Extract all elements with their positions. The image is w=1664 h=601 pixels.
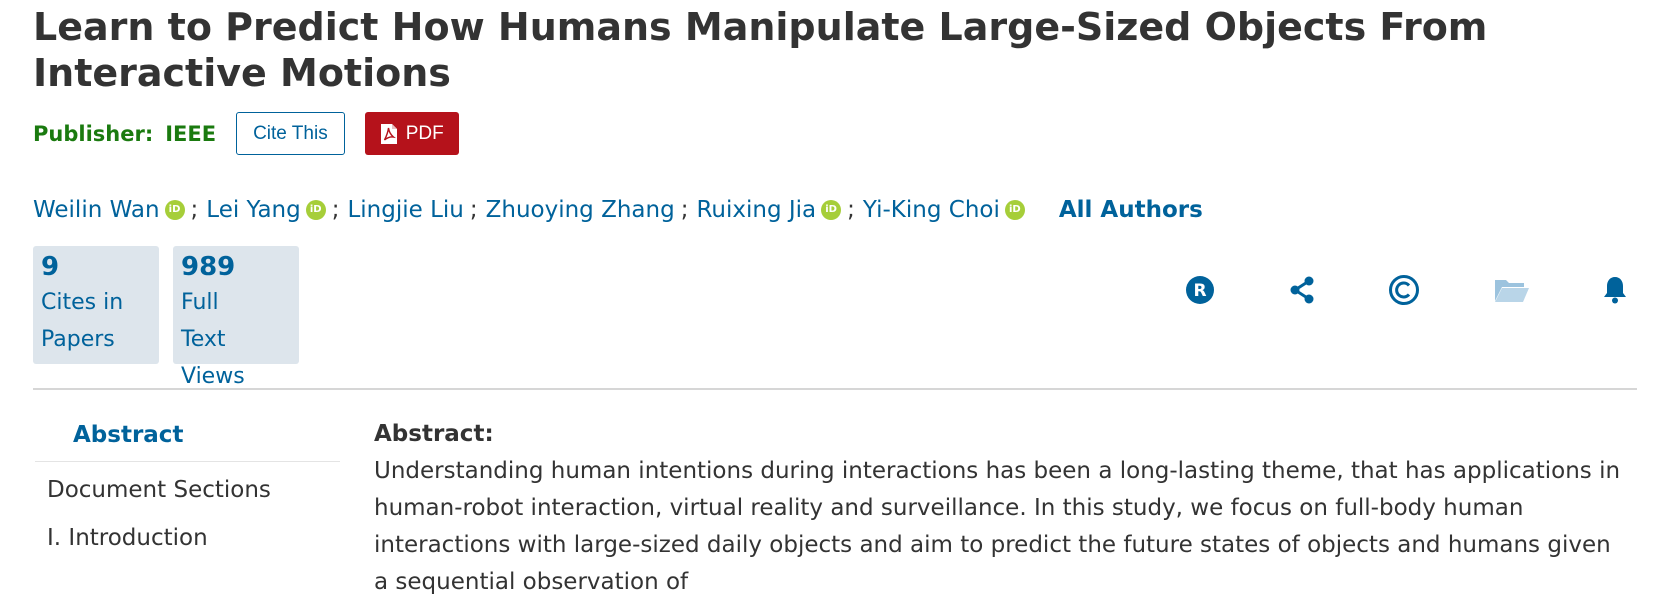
bell-icon[interactable] [1595,270,1635,310]
publisher-name: IEEE [165,121,217,146]
author-link[interactable]: Lei Yang [206,197,300,223]
folder-icon[interactable] [1492,270,1532,310]
author-separator: ; [190,197,199,223]
publisher-label: Publisher: [33,121,154,146]
pdf-button-label: PDF [405,122,444,144]
publisher: Publisher: IEEE [33,122,216,146]
copyright-icon[interactable] [1384,270,1424,310]
author-link[interactable]: Ruixing Jia [696,197,816,223]
all-authors-link[interactable]: All Authors [1059,197,1203,223]
author-separator: ; [469,197,478,223]
divider [33,388,1637,390]
abstract-text: Understanding human intentions during in… [374,458,1621,595]
article-toolbar: R [1180,270,1640,314]
publisher-row: Publisher: IEEE Cite This PDF [33,111,459,156]
svg-text:R: R [1193,281,1206,301]
author-separator: ; [680,197,689,223]
views-metric[interactable]: 989 Full Text Views [173,246,299,389]
abstract-section: Abstract: Understanding human intentions… [374,419,1624,601]
author-separator: ; [847,197,855,223]
nav-document-sections[interactable]: Document Sections [35,462,340,518]
pdf-button[interactable]: PDF [364,112,459,155]
cites-count: 9 [41,252,60,282]
views-count: 989 [181,252,236,282]
author-link[interactable]: Zhuoying Zhang [486,197,675,223]
author-link[interactable]: Lingjie Liu [347,197,463,223]
document-nav: Abstract Document Sections I. Introducti… [35,405,340,558]
orcid-icon[interactable]: iD [1004,200,1025,220]
nav-abstract[interactable]: Abstract [35,405,340,462]
cites-label: Cites in Papers [41,290,124,352]
orcid-icon[interactable]: iD [821,200,842,220]
cite-this-button[interactable]: Cite This [236,112,345,155]
nav-section-item[interactable]: I. Introduction [35,518,340,558]
abstract-heading: Abstract: [374,421,494,447]
author-link[interactable]: Weilin Wan [33,197,160,223]
author-link[interactable]: Yi-King Choi [863,197,1000,223]
author-list: Weilin Wan iD; Lei Yang iD; Lingjie Liu; Z… [33,197,1203,223]
cites-metric[interactable]: 9 Cites in Papers [33,246,159,364]
views-label: Full Text Views [181,290,245,389]
author-separator: ; [331,197,340,223]
page-title: Learn to Predict How Humans Manipulate L… [33,5,1488,95]
share-icon[interactable] [1282,270,1322,310]
orcid-icon[interactable]: iD [164,200,185,220]
pdf-file-icon [380,123,397,144]
rights-icon[interactable]: R [1180,270,1220,310]
orcid-icon[interactable]: iD [305,200,326,220]
